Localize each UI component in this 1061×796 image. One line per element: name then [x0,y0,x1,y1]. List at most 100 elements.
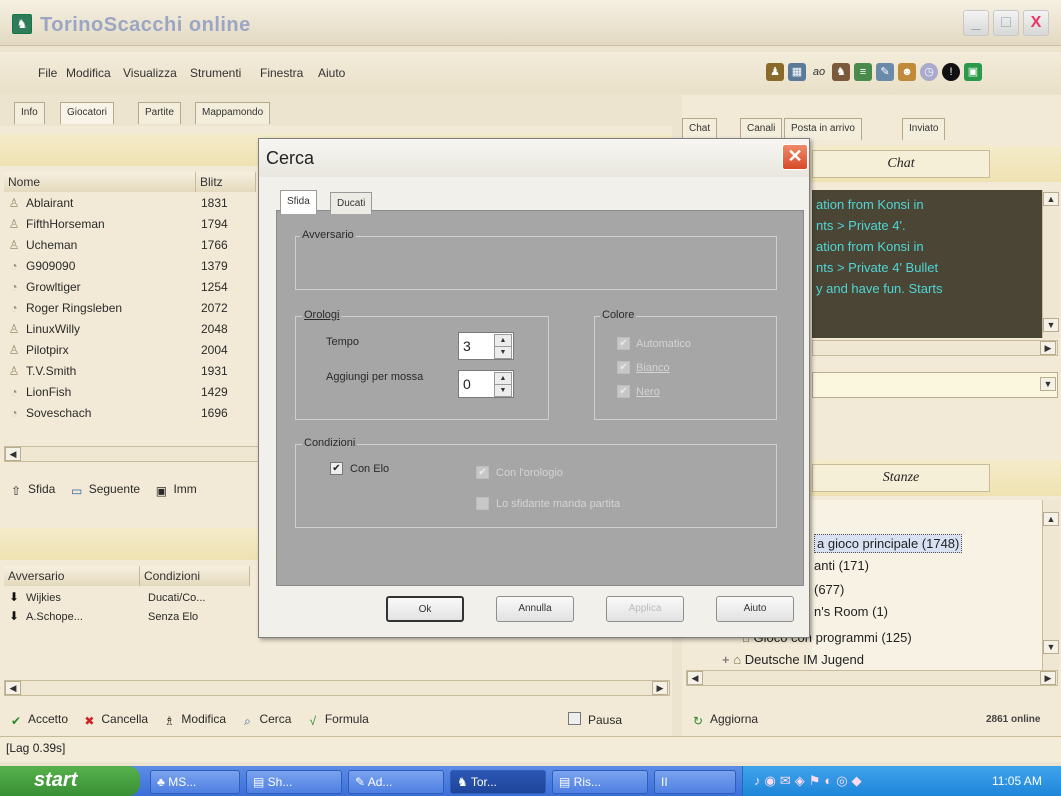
sfida-button[interactable]: ⇧ Sfida [8,482,55,498]
player-row[interactable]: ◔ Soveschach 1696 [8,406,258,427]
dialog-tab-sfida[interactable]: Sfida [280,190,317,214]
menu-visualizza[interactable]: Visualizza [123,66,177,80]
maximize-button[interactable]: □ [993,10,1019,36]
aiuto-button[interactable]: Aiuto [716,596,794,622]
task-tor[interactable]: ♞ Tor... [450,770,546,794]
tab-info[interactable]: Info [14,102,45,124]
minimize-button[interactable]: _ [963,10,989,36]
bianco-checkbox[interactable]: ✔ [617,361,630,374]
task-group[interactable]: II [654,770,736,794]
dialog-close-button[interactable]: ✕ [782,144,808,170]
tab-inviato[interactable]: Inviato [902,118,946,140]
room-item[interactable]: + ⌂ Deutsche IM Jugend [722,652,864,667]
clock-icon[interactable]: ◷ [920,63,938,81]
seguente-button[interactable]: ▭ Seguente [69,482,140,498]
chat-input[interactable] [812,372,1058,398]
tab-mappamondo[interactable]: Mappamondo [195,102,271,124]
challenges-hscroll[interactable] [4,680,670,696]
start-button[interactable]: start [0,766,140,796]
chess-icon[interactable]: ♟ [766,63,784,81]
aggiungi-down-button[interactable]: ▼ [494,384,512,397]
players-hscroll[interactable] [4,446,260,462]
room-item[interactable]: a gioco principale (1748) [814,534,963,553]
room-item[interactable]: (677) [814,582,844,597]
applica-button[interactable]: Applica [606,596,684,622]
annulla-button[interactable]: Annulla [496,596,574,622]
tempo-down-button[interactable]: ▼ [494,346,512,359]
chat-scroll-up[interactable]: ▲ [1043,192,1059,206]
menu-file[interactable]: File [38,66,57,80]
column-avversario[interactable]: Avversario [4,566,140,586]
edit-icon[interactable]: ✎ [876,63,894,81]
notes-icon[interactable]: ≡ [854,63,872,81]
dialog-tab-ducati[interactable]: Ducati [330,192,373,214]
info-icon[interactable]: ! [942,63,960,81]
knight-icon[interactable]: ♞ [832,63,850,81]
imm-button[interactable]: ▣ Imm [153,482,197,498]
chat-scroll-down[interactable]: ▼ [1043,318,1059,332]
player-row[interactable]: ◔ LionFish 1429 [8,385,258,406]
dialog-titlebar[interactable] [259,139,809,177]
player-row[interactable]: ♙ Ucheman 1766 [8,238,258,259]
player-row[interactable]: ♙ Pilotpirx 2004 [8,343,258,364]
player-row[interactable]: ◔ Roger Ringsleben 2072 [8,301,258,322]
people-icon[interactable]: ☻ [898,63,916,81]
scroll-left-button-2[interactable]: ◀ [5,681,21,695]
column-blitz[interactable]: Blitz [196,172,256,192]
task-ris[interactable]: ▤ Ris... [552,770,648,794]
room-item[interactable]: n's Room (1) [814,604,888,619]
scroll-left-button[interactable]: ◀ [5,447,21,461]
challenge-row[interactable]: ⬇ Wijkies Ducati/Co... [8,590,258,609]
automatico-checkbox[interactable]: ✔ [617,337,630,350]
rooms-scroll-left[interactable]: ◀ [687,671,703,685]
chat-vscroll[interactable] [1042,190,1059,338]
lo-sfidante-checkbox[interactable] [476,497,489,510]
rooms-scroll-down[interactable]: ▼ [1043,640,1059,654]
exit-icon[interactable]: ▣ [964,63,982,81]
chat-scroll-right[interactable]: ▶ [1040,341,1056,355]
task-ms[interactable]: ♣ MS... [150,770,240,794]
tab-partite[interactable]: Partite [138,102,181,124]
tab-chat[interactable]: Chat [682,118,718,140]
con-orologio-checkbox[interactable]: ✔ [476,466,489,479]
accetto-button[interactable]: ✔ Accetto [8,712,68,728]
menu-strumenti[interactable]: Strumenti [190,66,241,80]
ao-icon[interactable]: ao [810,63,828,81]
nero-checkbox[interactable]: ✔ [617,385,630,398]
player-row[interactable]: ◔ Growltiger 1254 [8,280,258,301]
cancella-button[interactable]: ✖ Cancella [81,712,148,728]
player-row[interactable]: ♙ LinuxWilly 2048 [8,322,258,343]
task-ad[interactable]: ✎ Ad... [348,770,444,794]
player-row[interactable]: ♙ Ablairant 1831 [8,196,258,217]
aggiorna-button[interactable]: ↻ Aggiorna [690,712,758,728]
cerca-button[interactable]: ⌕ Cerca [239,712,291,728]
ok-button[interactable]: Ok [386,596,464,622]
column-condizioni[interactable]: Condizioni [140,566,250,586]
con-elo-checkbox[interactable]: ✔ [330,462,343,475]
tab-canali[interactable]: Canali [740,118,783,140]
close-window-button[interactable]: X [1023,10,1049,36]
chat-hscroll[interactable] [812,340,1058,356]
rooms-scroll-right[interactable]: ▶ [1040,671,1056,685]
formula-button[interactable]: √ Formula [305,712,369,728]
task-sh[interactable]: ▤ Sh... [246,770,342,794]
board-icon[interactable]: ▦ [788,63,806,81]
player-row[interactable]: ♙ FifthHorseman 1794 [8,217,258,238]
tab-giocatori[interactable]: Giocatori [60,102,115,124]
menu-aiuto[interactable]: Aiuto [318,66,345,80]
menu-finestra[interactable]: Finestra [260,66,303,80]
menu-modifica[interactable]: Modifica [66,66,111,80]
player-row[interactable]: ◔ G909090 1379 [8,259,258,280]
rooms-scroll-up[interactable]: ▲ [1043,512,1059,526]
tab-posta[interactable]: Posta in arrivo [784,118,862,140]
rooms-hscroll[interactable] [686,670,1058,686]
tray-icons[interactable]: ♪◉✉◈⚑◐◎◆ [754,773,866,789]
column-nome[interactable]: Nome [4,172,196,192]
pausa-checkbox[interactable] [568,712,581,725]
chat-dropdown-button[interactable]: ▼ [1040,377,1056,391]
player-row[interactable]: ♙ T.V.Smith 1931 [8,364,258,385]
challenge-row[interactable]: ⬇ A.Schope... Senza Elo [8,609,258,628]
room-item[interactable]: anti (171) [814,558,869,573]
scroll-right-button[interactable]: ▶ [652,681,668,695]
modifica-button[interactable]: ♗ Modifica [161,712,226,728]
